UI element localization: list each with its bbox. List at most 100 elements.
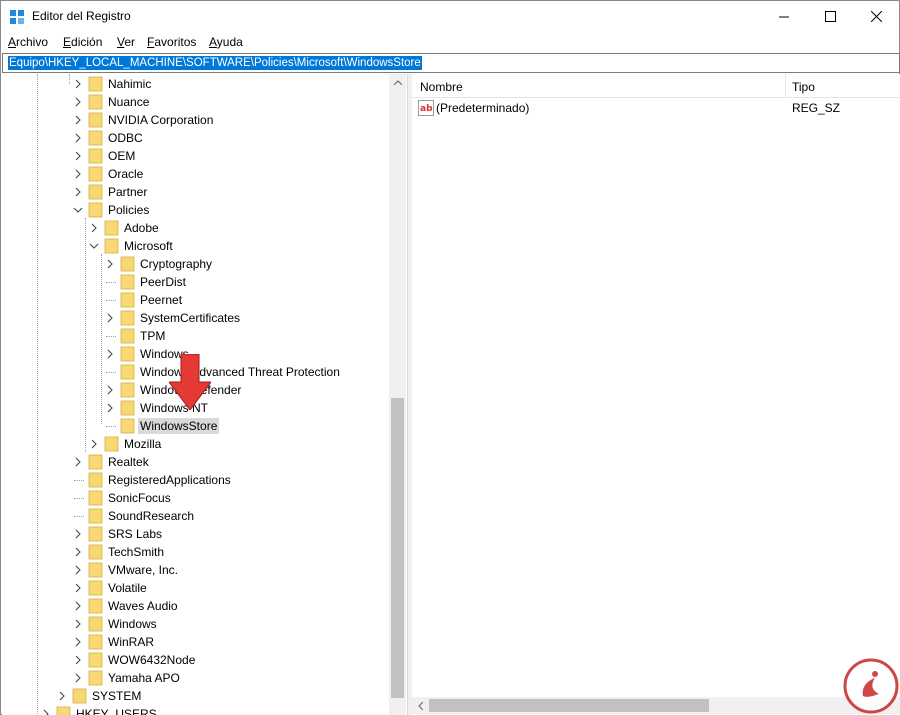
chevron-right-icon[interactable] <box>40 708 52 715</box>
tree-scroll-thumb[interactable] <box>391 398 404 698</box>
tree-node[interactable]: Nuance <box>2 93 390 111</box>
address-bar[interactable]: Equipo\HKEY_LOCAL_MACHINE\SOFTWARE\Polic… <box>2 53 900 73</box>
chevron-right-icon[interactable] <box>72 528 84 540</box>
folder-icon <box>88 184 103 200</box>
tree-node[interactable]: Realtek <box>2 453 390 471</box>
chevron-right-icon[interactable] <box>72 582 84 594</box>
tree-node[interactable]: Volatile <box>2 579 390 597</box>
chevron-right-icon[interactable] <box>72 654 84 666</box>
tree-node[interactable]: TechSmith <box>2 543 390 561</box>
chevron-down-icon[interactable] <box>72 204 84 216</box>
list-horizontal-scrollbar[interactable] <box>412 697 900 714</box>
chevron-right-icon[interactable] <box>88 438 100 450</box>
tree-node[interactable]: SRS Labs <box>2 525 390 543</box>
folder-icon <box>88 670 103 686</box>
tree-node[interactable]: Mozilla <box>2 435 390 453</box>
tree-node-label: WinRAR <box>108 635 155 649</box>
watermark-logo <box>843 658 899 714</box>
values-list-pane[interactable]: Nombre Tipo ab (Predeterminado) REG_SZ <box>412 74 900 715</box>
chevron-right-icon[interactable] <box>56 690 68 702</box>
tree-node[interactable]: OEM <box>2 147 390 165</box>
chevron-right-icon[interactable] <box>72 168 84 180</box>
tree-guide-connector <box>106 426 116 427</box>
folder-icon <box>120 364 135 380</box>
chevron-right-icon[interactable] <box>72 546 84 558</box>
column-separator[interactable] <box>785 74 786 98</box>
chevron-right-icon[interactable] <box>72 618 84 630</box>
folder-icon <box>88 76 103 92</box>
tree-node[interactable]: Adobe <box>2 219 390 237</box>
tree-node[interactable]: WOW6432Node <box>2 651 390 669</box>
tree-node[interactable]: SoundResearch <box>2 507 390 525</box>
chevron-right-icon[interactable] <box>104 258 116 270</box>
tree-node[interactable]: Partner <box>2 183 390 201</box>
menu-archivo[interactable]: Archivo <box>8 35 48 49</box>
folder-icon <box>88 580 103 596</box>
tree-node[interactable]: WindowsStore <box>2 417 390 435</box>
tree-node[interactable]: ODBC <box>2 129 390 147</box>
value-row[interactable]: ab (Predeterminado) REG_SZ <box>412 99 900 117</box>
chevron-right-icon[interactable] <box>72 600 84 612</box>
tree-node[interactable]: HKEY_USERS <box>2 705 390 715</box>
tree-node-label: Peernet <box>140 293 183 307</box>
tree-vertical-scrollbar[interactable] <box>389 74 406 715</box>
tree-node-label: Volatile <box>108 581 147 595</box>
tree-node[interactable]: Oracle <box>2 165 390 183</box>
chevron-right-icon[interactable] <box>72 132 84 144</box>
tree-node[interactable]: WinRAR <box>2 633 390 651</box>
tree-node[interactable]: SYSTEM <box>2 687 390 705</box>
menu-ayuda[interactable]: Ayuda <box>209 35 243 49</box>
chevron-right-icon[interactable] <box>104 312 116 324</box>
chevron-right-icon[interactable] <box>104 348 116 360</box>
chevron-right-icon[interactable] <box>72 114 84 126</box>
column-header-tipo[interactable]: Tipo <box>792 80 815 94</box>
chevron-right-icon[interactable] <box>72 96 84 108</box>
chevron-right-icon[interactable] <box>72 78 84 90</box>
menu-archivo-accel: A <box>8 35 17 49</box>
tree-node[interactable]: Cryptography <box>2 255 390 273</box>
chevron-right-icon[interactable] <box>72 456 84 468</box>
list-scroll-thumb[interactable] <box>429 699 709 712</box>
maximize-button[interactable] <box>807 1 853 32</box>
chevron-right-icon[interactable] <box>72 672 84 684</box>
scroll-left-arrow[interactable] <box>412 697 429 714</box>
string-value-icon: ab <box>418 100 434 116</box>
tree-node[interactable]: Windows <box>2 615 390 633</box>
tree-node[interactable]: Policies <box>2 201 390 219</box>
tree-node-label: Nahimic <box>108 77 152 91</box>
tree-node[interactable]: Nahimic <box>2 75 390 93</box>
tree-node[interactable]: Microsoft <box>2 237 390 255</box>
chevron-down-icon[interactable] <box>88 240 100 252</box>
minimize-button[interactable] <box>761 1 807 32</box>
tree-node-label: WindowsStore <box>138 418 220 434</box>
chevron-right-icon[interactable] <box>104 402 116 414</box>
tree-node-label: SonicFocus <box>108 491 171 505</box>
tree-node[interactable]: RegisteredApplications <box>2 471 390 489</box>
tree-node[interactable]: Yamaha APO <box>2 669 390 687</box>
chevron-right-icon[interactable] <box>72 186 84 198</box>
tree-node[interactable]: SonicFocus <box>2 489 390 507</box>
tree-node-label: Yamaha APO <box>108 671 180 685</box>
chevron-right-icon[interactable] <box>88 222 100 234</box>
chevron-right-icon[interactable] <box>72 150 84 162</box>
scroll-up-arrow[interactable] <box>389 74 406 91</box>
menu-edicion[interactable]: Edición <box>63 35 102 49</box>
chevron-right-icon[interactable] <box>72 636 84 648</box>
tree-node[interactable]: PeerDist <box>2 273 390 291</box>
menu-favoritos[interactable]: Favoritos <box>147 35 196 49</box>
folder-icon <box>88 130 103 146</box>
tree-node[interactable]: Waves Audio <box>2 597 390 615</box>
tree-node[interactable]: Peernet <box>2 291 390 309</box>
tree-node[interactable]: VMware, Inc. <box>2 561 390 579</box>
tree-node[interactable]: SystemCertificates <box>2 309 390 327</box>
column-header-nombre[interactable]: Nombre <box>420 80 463 94</box>
tree-node[interactable]: TPM <box>2 327 390 345</box>
tree-node-label: Policies <box>108 203 150 217</box>
chevron-right-icon[interactable] <box>104 384 116 396</box>
chevron-right-icon[interactable] <box>72 564 84 576</box>
tree-node-label: PeerDist <box>140 275 187 289</box>
tree-node[interactable]: NVIDIA Corporation <box>2 111 390 129</box>
address-path[interactable]: Equipo\HKEY_LOCAL_MACHINE\SOFTWARE\Polic… <box>8 56 422 70</box>
close-button[interactable] <box>853 1 899 32</box>
menu-ver[interactable]: Ver <box>117 35 135 49</box>
